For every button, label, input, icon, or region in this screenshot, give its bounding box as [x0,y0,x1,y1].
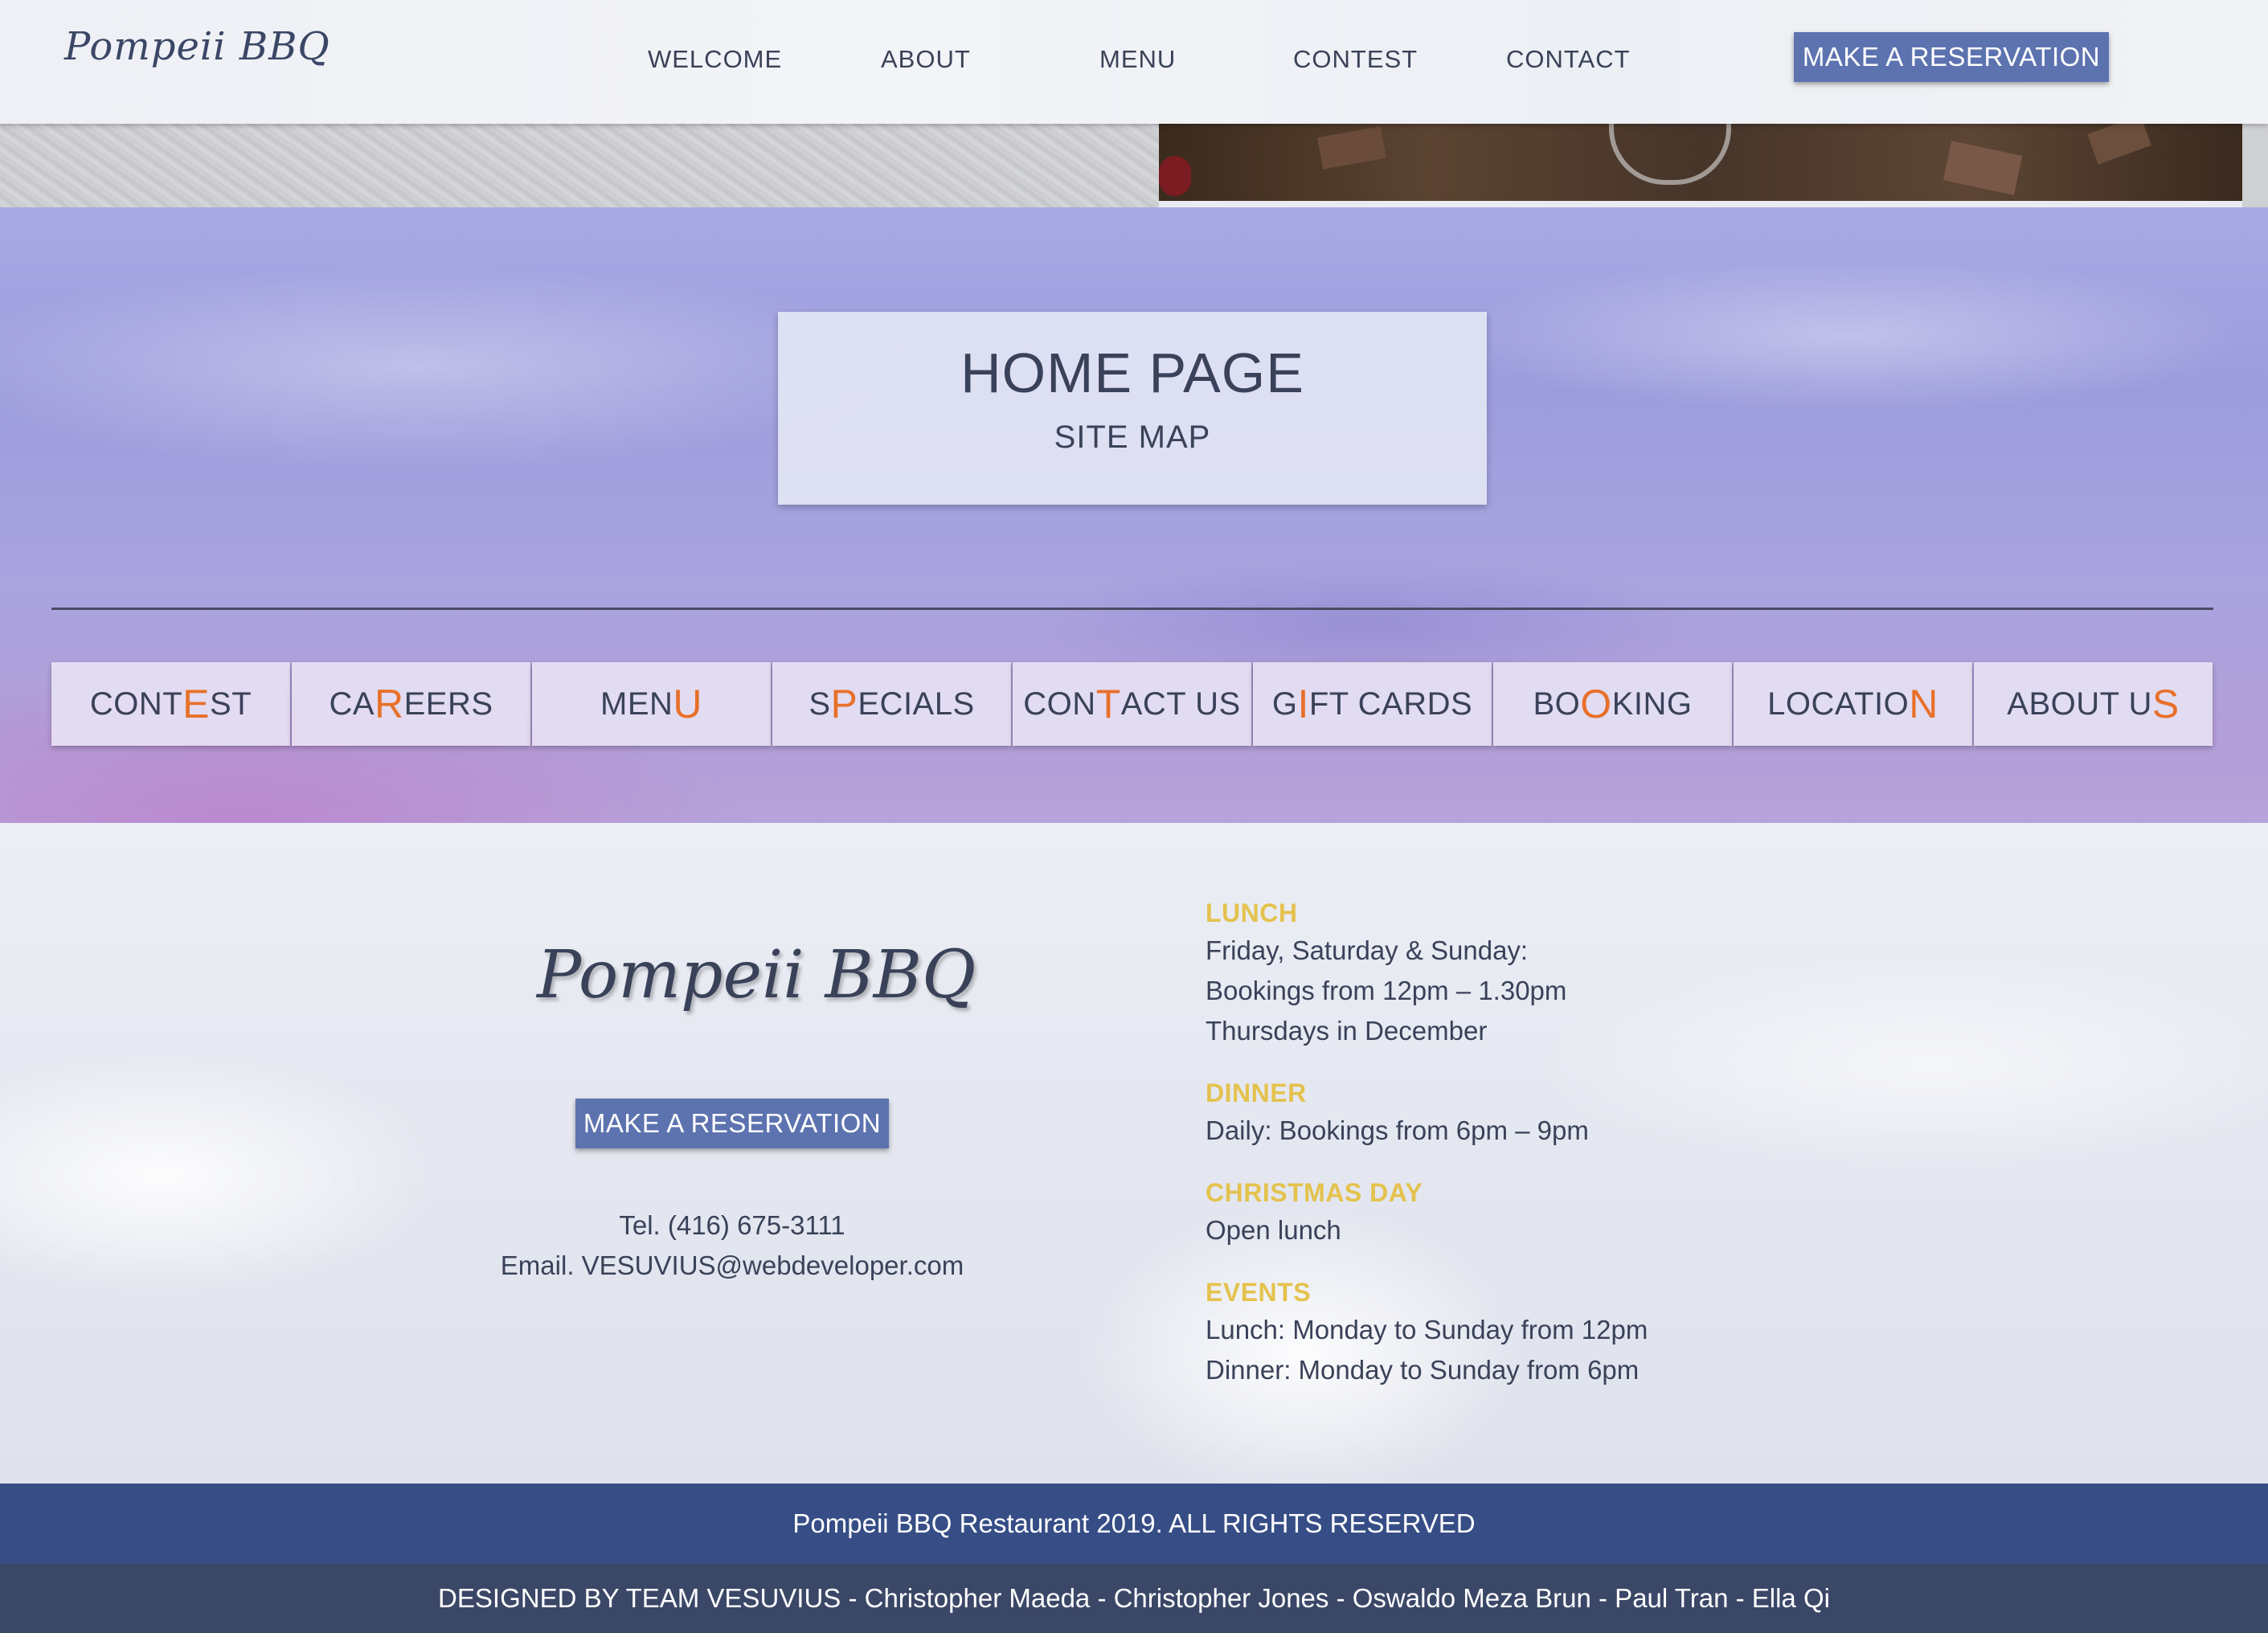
footer-info-section: Pompeii BBQ MAKE A RESERVATION Tel. (416… [0,823,2268,1484]
sitemap-item-about-us[interactable]: ABOUT US [1974,662,2213,746]
credits-bar: DESIGNED BY TEAM VESUVIUS - Christopher … [0,1564,2268,1633]
hours-label-christmas: CHRISTMAS DAY [1206,1178,1423,1207]
hours-label-events: EVENTS [1206,1278,1312,1307]
hours-label-lunch: LUNCH [1206,898,1298,927]
logo[interactable]: Pompeii BBQ [64,24,330,69]
sitemap-item-booking[interactable]: BO O KING [1493,662,1732,746]
divider [51,608,2213,610]
footer-logo: Pompeii BBQ [537,937,976,1013]
sitemap-item-specials[interactable]: S P ECIALS [772,662,1011,746]
hours-line: Open lunch [1206,1215,1341,1245]
page-title: HOME PAGE [960,342,1304,404]
title-box: HOME PAGE SITE MAP [778,312,1487,505]
hours-line: Lunch: Monday to Sunday from 12pm [1206,1315,1648,1344]
hours-line: Daily: Bookings from 6pm – 9pm [1206,1115,1589,1145]
phone-number: Tel. (416) 675-3111 [619,1210,845,1240]
page-subtitle: SITE MAP [1054,420,1211,455]
site-header: Pompeii BBQ WELCOME ABOUT MENU CONTEST C… [0,0,2268,124]
hours-list: LUNCH Friday, Saturday & Sunday: Booking… [1206,895,1929,1390]
hours-line: Dinner: Monday to Sunday from 6pm [1206,1355,1640,1385]
nav-menu[interactable]: MENU [1099,45,1176,74]
nav-contest[interactable]: CONTEST [1293,45,1418,74]
hours-label-dinner: DINNER [1206,1078,1307,1107]
hours-line: Thursdays in December [1206,1016,1488,1046]
nav-contact[interactable]: CONTACT [1506,45,1631,74]
sitemap-nav: CONT E ST CA R EERS MEN U S P ECIALS CON T ACT US… [51,662,2213,746]
sitemap-item-contact-us[interactable]: CON T ACT US [1013,662,1251,746]
sitemap-item-contest[interactable]: CONT E ST [51,662,290,746]
footer-make-reservation-button[interactable]: MAKE A RESERVATION [575,1099,889,1148]
hero-section: HOME PAGE SITE MAP CONT E ST CA R EERS MEN U … [0,207,2268,823]
marble-texture-image [0,124,1159,207]
nav-about[interactable]: ABOUT [881,45,971,74]
sitemap-item-menu[interactable]: MEN U [532,662,771,746]
credits-text: DESIGNED BY TEAM VESUVIUS - Christopher … [438,1583,1830,1613]
copyright-bar: Pompeii BBQ Restaurant 2019. ALL RIGHTS … [0,1484,2268,1564]
make-reservation-button[interactable]: MAKE A RESERVATION [1794,32,2109,82]
nav-welcome[interactable]: WELCOME [648,45,782,74]
copyright-text: Pompeii BBQ Restaurant 2019. ALL RIGHTS … [792,1508,1476,1538]
sitemap-item-gift-cards[interactable]: G I FT CARDS [1253,662,1492,746]
sitemap-item-location[interactable]: LOCATIO N [1734,662,1972,746]
email-address[interactable]: Email. VESUVIUS@webdeveloper.com [330,1250,1134,1281]
sitemap-item-careers[interactable]: CA R EERS [292,662,530,746]
hours-line: Bookings from 12pm – 1.30pm [1206,976,1567,1005]
hours-line: Friday, Saturday & Sunday: [1206,935,1529,965]
food-photo-image [1159,115,2242,201]
